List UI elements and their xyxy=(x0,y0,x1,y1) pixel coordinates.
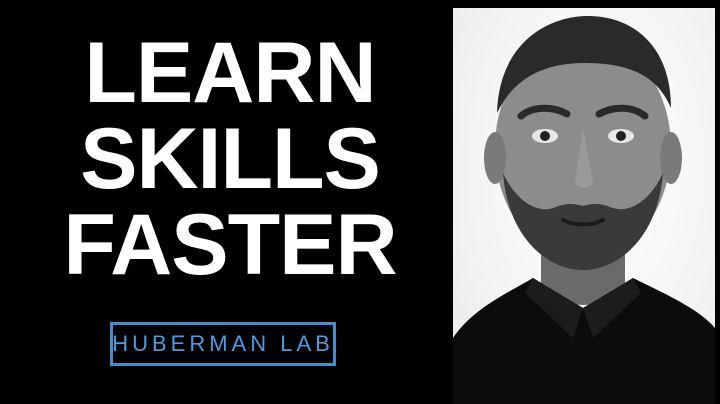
video-thumbnail[interactable]: LEARN SKILLS FASTER HUBERMAN LAB xyxy=(0,0,720,404)
headline: LEARN SKILLS FASTER xyxy=(60,30,400,288)
logo-text: HUBERMAN LAB xyxy=(112,331,334,356)
headline-line-1: LEARN xyxy=(84,25,376,121)
portrait-photo xyxy=(453,8,715,404)
headline-line-3: FASTER xyxy=(63,197,397,293)
huberman-lab-logo: HUBERMAN LAB xyxy=(110,322,336,366)
headline-line-2: SKILLS xyxy=(80,111,381,207)
portrait-illustration xyxy=(453,16,715,404)
